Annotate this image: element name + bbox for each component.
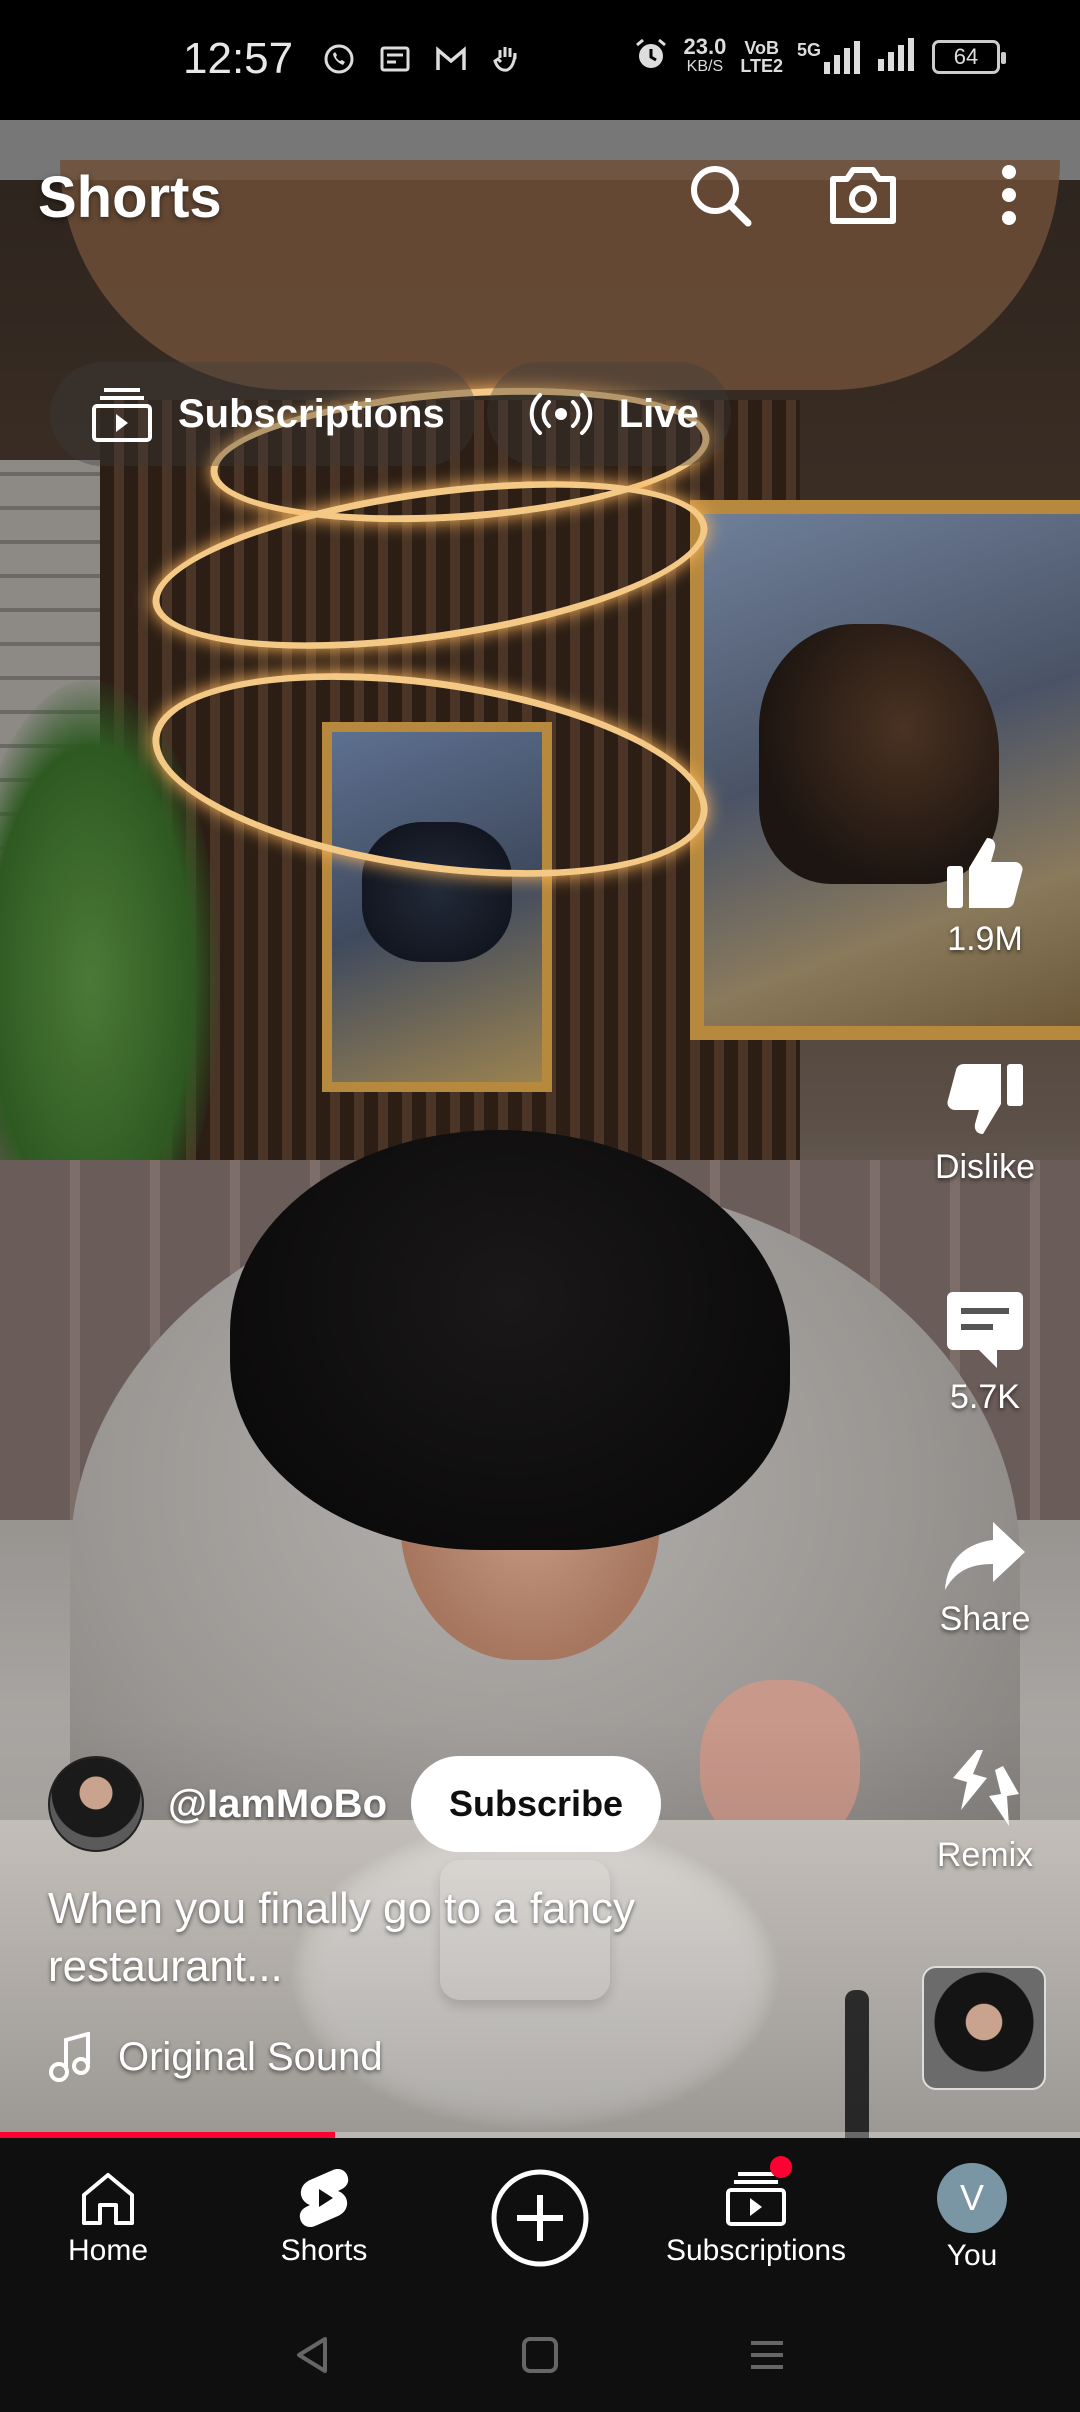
thumbs-down-icon bbox=[947, 1064, 1023, 1134]
nav-label: You bbox=[946, 2239, 998, 2272]
comment-icon bbox=[947, 1292, 1023, 1368]
hand-icon bbox=[490, 42, 524, 76]
chip-label: Live bbox=[618, 391, 699, 436]
music-note-icon bbox=[49, 2032, 90, 2082]
create-icon bbox=[490, 2168, 590, 2268]
signal-5g-icon: 5G bbox=[797, 40, 864, 74]
battery-indicator: 64 bbox=[932, 39, 1006, 74]
nav-create[interactable] bbox=[432, 2138, 648, 2298]
nav-shorts[interactable]: Shorts bbox=[216, 2138, 432, 2298]
notification-dot bbox=[770, 2156, 792, 2178]
status-bar: 12:57 23.0 KB/S VoB LTE2 5G 64 bbox=[0, 0, 1080, 120]
comment-count: 5.7K bbox=[950, 1378, 1020, 1416]
more-vert-icon bbox=[1002, 165, 1016, 225]
volte-bottom: LTE2 bbox=[740, 55, 783, 76]
live-icon bbox=[529, 393, 592, 435]
share-button[interactable]: Share bbox=[895, 1520, 1075, 1639]
menu-lines-icon bbox=[750, 2341, 783, 2369]
camera-button[interactable] bbox=[818, 150, 908, 240]
system-back-button[interactable] bbox=[283, 2325, 343, 2385]
volte-indicator: VoB LTE2 bbox=[740, 39, 783, 75]
system-recents-button[interactable] bbox=[737, 2325, 797, 2385]
dislike-button[interactable]: Dislike bbox=[895, 1060, 1075, 1187]
shorts-icon bbox=[294, 2168, 354, 2228]
sound-link[interactable]: Original Sound bbox=[48, 2032, 383, 2082]
channel-handle[interactable]: @IamMoBo bbox=[168, 1782, 387, 1827]
share-icon bbox=[945, 1522, 1025, 1590]
whatsapp-icon bbox=[322, 42, 356, 76]
remix-button[interactable]: Remix bbox=[895, 1748, 1075, 1875]
channel-avatar[interactable] bbox=[48, 1756, 144, 1852]
page-title: Shorts bbox=[38, 165, 222, 230]
nav-subscriptions[interactable]: Subscriptions bbox=[648, 2138, 864, 2298]
thumbs-up-icon bbox=[947, 838, 1023, 908]
remix-icon bbox=[953, 1750, 1019, 1826]
back-triangle-icon bbox=[297, 2337, 328, 2373]
net-speed-unit: KB/S bbox=[686, 57, 724, 75]
like-button[interactable]: 1.9M bbox=[895, 832, 1075, 959]
alarm-icon bbox=[633, 36, 669, 77]
share-label: Share bbox=[939, 1600, 1031, 1638]
net-speed-value: 23.0 bbox=[683, 33, 727, 59]
chip-subscriptions[interactable]: Subscriptions bbox=[50, 362, 477, 466]
nav-you[interactable]: V You bbox=[864, 2138, 1080, 2298]
notification-icons bbox=[322, 42, 524, 76]
dislike-label: Dislike bbox=[934, 1148, 1036, 1186]
home-square-icon bbox=[521, 2337, 558, 2373]
nav-label: Shorts bbox=[280, 2234, 368, 2267]
home-icon bbox=[78, 2168, 138, 2228]
video-caption[interactable]: When you finally go to a fancy restauran… bbox=[48, 1880, 808, 1996]
signal-icon bbox=[878, 37, 918, 76]
sound-label: Original Sound bbox=[118, 2034, 383, 2079]
system-home-button[interactable] bbox=[510, 2325, 570, 2385]
nav-label: Home bbox=[67, 2234, 149, 2267]
status-time: 12:57 bbox=[183, 34, 294, 83]
search-icon bbox=[691, 166, 752, 227]
sound-thumbnail[interactable] bbox=[922, 1966, 1046, 2090]
news-icon bbox=[378, 42, 412, 76]
system-nav-bar bbox=[0, 2298, 1080, 2412]
channel-row: @IamMoBo Subscribe bbox=[48, 1756, 662, 1852]
volte-top: VoB bbox=[744, 37, 779, 58]
like-count: 1.9M bbox=[947, 920, 1023, 958]
bottom-nav: Home Shorts Subscriptions V You bbox=[0, 2138, 1080, 2298]
video-scene-bull-painting-large bbox=[690, 500, 1080, 1040]
net-speed: 23.0 KB/S bbox=[683, 33, 727, 77]
subscriptions-icon bbox=[92, 388, 152, 442]
chip-live[interactable]: Live bbox=[486, 362, 731, 466]
nav-home[interactable]: Home bbox=[0, 2138, 216, 2298]
avatar: V bbox=[937, 2163, 1007, 2233]
more-options-button[interactable] bbox=[964, 150, 1054, 240]
remix-label: Remix bbox=[936, 1836, 1034, 1874]
subscribe-button[interactable]: Subscribe bbox=[411, 1756, 662, 1852]
chip-label: Subscriptions bbox=[178, 391, 445, 436]
search-button[interactable] bbox=[675, 150, 765, 240]
network-type: 5G bbox=[796, 39, 821, 60]
camera-icon bbox=[830, 167, 896, 224]
comments-button[interactable]: 5.7K bbox=[895, 1290, 1075, 1417]
status-right: 23.0 KB/S VoB LTE2 5G 64 bbox=[633, 33, 1006, 77]
nav-label: Subscriptions bbox=[665, 2234, 847, 2267]
gmail-icon bbox=[434, 42, 468, 76]
feed-chips: Subscriptions Live bbox=[50, 362, 731, 466]
